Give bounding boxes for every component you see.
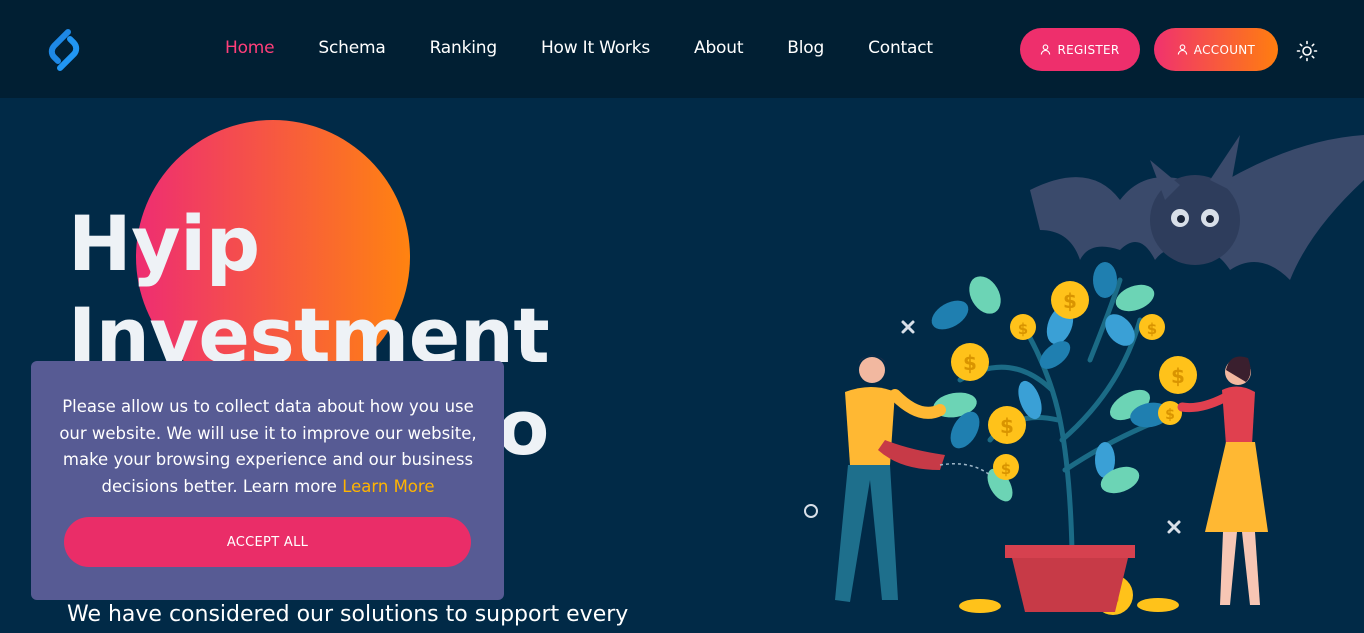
main-nav: Home Schema Ranking How It Works About B…: [225, 38, 977, 58]
account-button[interactable]: ACCOUNT: [1154, 28, 1278, 71]
register-label: REGISTER: [1057, 42, 1120, 57]
nav-about[interactable]: About: [694, 38, 743, 58]
svg-text:$: $: [1000, 414, 1014, 438]
nav-how-it-works[interactable]: How It Works: [541, 38, 650, 58]
svg-text:$: $: [963, 351, 977, 375]
nav-contact[interactable]: Contact: [868, 38, 933, 58]
accept-all-button[interactable]: ACCEPT ALL: [64, 517, 471, 567]
man-illustration: [835, 355, 991, 602]
cookie-message: Please allow us to collect data about ho…: [59, 394, 477, 500]
bat-illustration: [1030, 135, 1364, 280]
investment-illustration: $ $ $ $ $ $ $ $ $: [804, 135, 1364, 615]
learn-more-link[interactable]: Learn More: [342, 477, 434, 496]
sun-icon[interactable]: [1296, 40, 1318, 62]
user-icon: [1041, 44, 1051, 55]
account-label: ACCOUNT: [1193, 42, 1256, 57]
cookie-consent-banner: Please allow us to collect data about ho…: [31, 361, 504, 600]
svg-text:$: $: [1171, 364, 1185, 388]
nav-schema[interactable]: Schema: [318, 38, 385, 58]
register-button[interactable]: REGISTER: [1020, 28, 1140, 71]
svg-text:$: $: [1147, 320, 1157, 338]
svg-text:$: $: [1165, 407, 1175, 423]
logo-icon[interactable]: [40, 26, 88, 74]
nav-home[interactable]: Home: [225, 38, 275, 58]
hero-subtitle: We have considered our solutions to supp…: [67, 602, 629, 627]
svg-text:$: $: [1018, 320, 1028, 338]
svg-text:$: $: [1063, 289, 1077, 313]
user-icon: [1177, 44, 1187, 55]
site-header: Home Schema Ranking How It Works About B…: [0, 0, 1364, 98]
hero-title-line-1: Hyip Investment: [68, 199, 550, 380]
nav-blog[interactable]: Blog: [787, 38, 824, 58]
woman-illustration: [1177, 356, 1268, 605]
svg-text:$: $: [1001, 460, 1011, 478]
nav-ranking[interactable]: Ranking: [430, 38, 498, 58]
